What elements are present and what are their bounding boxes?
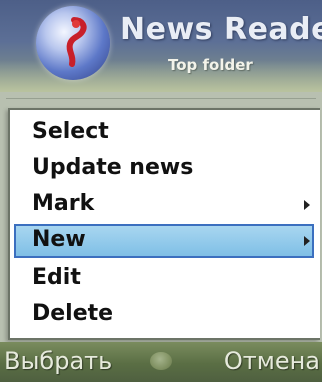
left-softkey[interactable]: Выбрать	[4, 347, 112, 375]
menu-item-label: Select	[32, 119, 109, 144]
divider	[6, 98, 316, 99]
menu-item-label: Edit	[32, 265, 81, 290]
menu-item-delete[interactable]: Delete	[14, 298, 314, 332]
menu-item-mark[interactable]: Mark	[14, 188, 314, 222]
submenu-arrow-icon	[304, 200, 310, 210]
folder-subtitle: Top folder	[168, 56, 253, 74]
menu-item-new[interactable]: New	[14, 224, 314, 258]
select-key-icon[interactable]	[150, 352, 172, 370]
menu-item-select[interactable]: Select	[14, 116, 314, 150]
right-softkey[interactable]: Отмена	[224, 347, 320, 375]
phone-screen: News Reader Top folder Select Update new…	[0, 0, 322, 382]
menu-item-label: Update news	[32, 155, 194, 180]
app-header: News Reader Top folder	[0, 0, 322, 94]
news-reader-glyph-icon	[66, 17, 87, 67]
menu-item-update-news[interactable]: Update news	[14, 152, 314, 186]
menu-item-edit[interactable]: Edit	[14, 262, 314, 296]
app-title: News Reader	[120, 12, 322, 47]
submenu-arrow-icon	[304, 236, 310, 246]
softkey-bar: Выбрать Отмена	[0, 342, 322, 382]
news-reader-icon	[36, 6, 110, 80]
options-menu: Select Update news Mark New Edit Delete	[8, 108, 320, 340]
menu-item-label: Delete	[32, 301, 114, 326]
menu-item-label: Mark	[32, 191, 95, 216]
menu-item-label: New	[32, 227, 86, 252]
